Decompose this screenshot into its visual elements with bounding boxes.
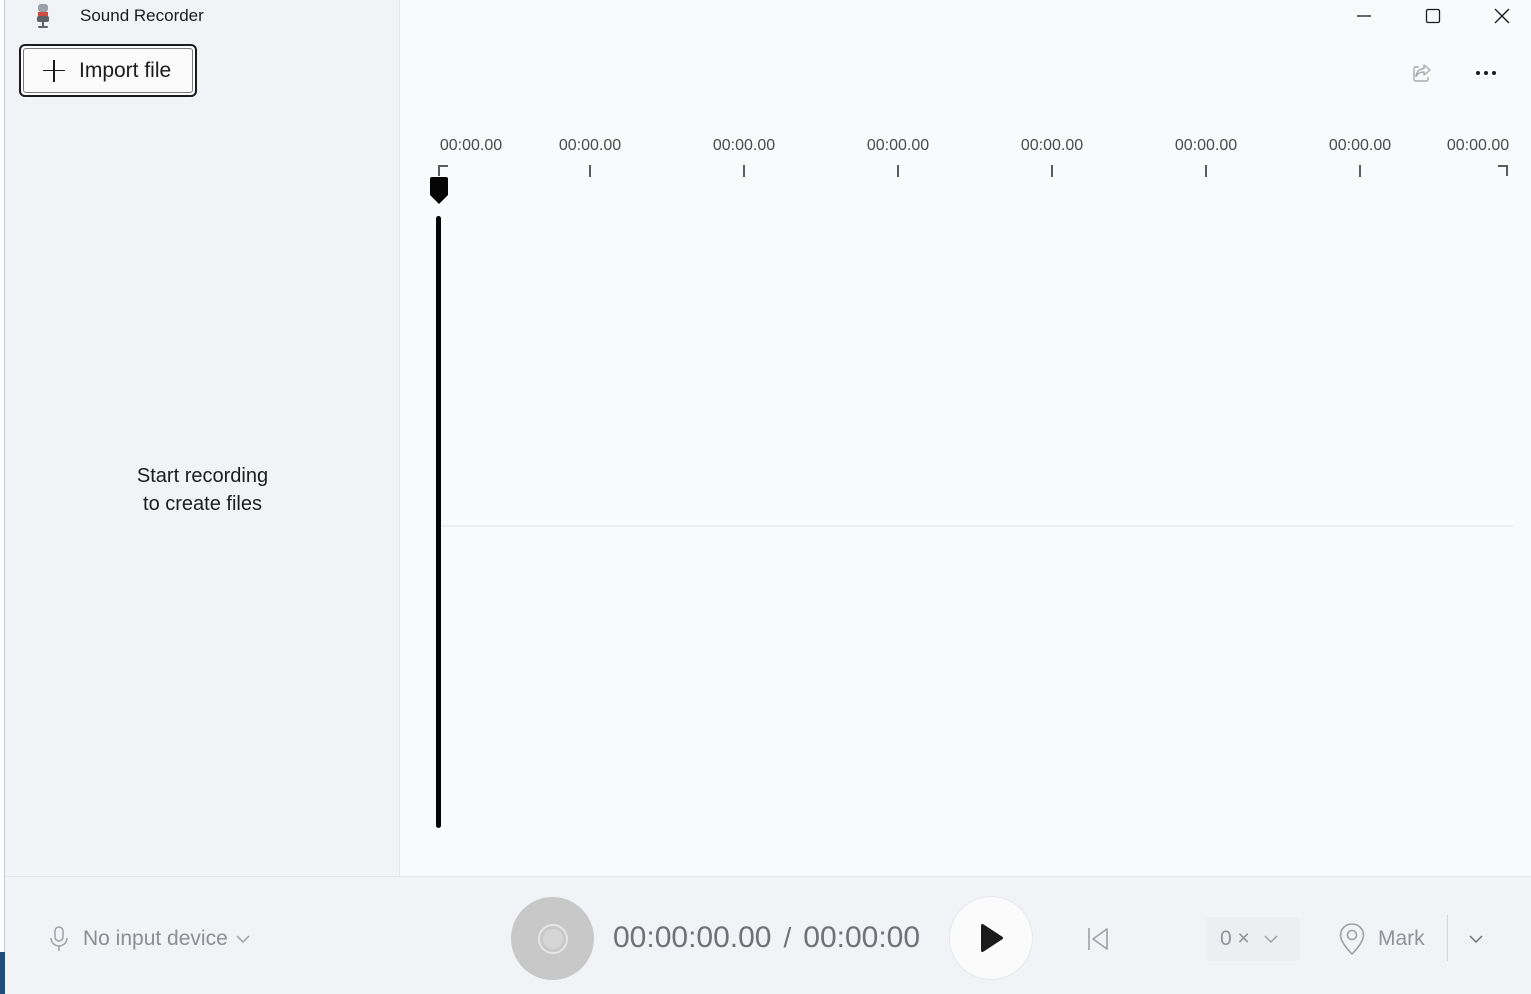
timeline-start-bracket (438, 165, 448, 176)
minimize-icon (1357, 15, 1371, 17)
tick-label: 00:00.00 (439, 137, 503, 154)
more-icon (1476, 71, 1496, 75)
tick-label: 00:00.00 (712, 137, 776, 154)
playback-speed-label: 0 × (1220, 927, 1250, 950)
time-readout: 00:00:00.00 / 00:00:00 (613, 921, 920, 955)
play-button[interactable] (949, 896, 1033, 980)
share-button[interactable] (1407, 58, 1437, 88)
microphone-icon (50, 926, 68, 951)
expand-marks-button[interactable] (1462, 923, 1490, 955)
chevron-down-icon (1469, 935, 1483, 944)
sound-recorder-window: Sound Recorder Import file Start recordi… (5, 0, 1531, 994)
tick-mark (1051, 165, 1053, 177)
app-microphone-icon (37, 4, 49, 28)
tick-label: 00:00.00 (866, 137, 930, 154)
input-device-label: No input device (83, 927, 228, 950)
mark-button[interactable]: Mark (1338, 920, 1425, 958)
chevron-down-icon (1264, 935, 1278, 944)
tick-label: 00:00.00 (1446, 137, 1510, 154)
empty-state-line-1: Start recording (136, 465, 269, 487)
sidebar: Sound Recorder Import file Start recordi… (5, 0, 400, 876)
current-time: 00:00:00.00 (613, 921, 772, 954)
tick-mark (1359, 165, 1361, 177)
tick-label: 00:00.00 (558, 137, 622, 154)
tick-label: 00:00.00 (1020, 137, 1084, 154)
empty-state-message: Start recording to create files (5, 462, 400, 518)
share-icon (1413, 64, 1431, 82)
empty-state-line-2: to create files (143, 493, 262, 515)
total-time: 00:00:00 (803, 921, 921, 954)
tick-mark (743, 165, 745, 177)
tick-mark (589, 165, 591, 177)
record-icon (537, 923, 568, 954)
tick-mark (1205, 165, 1207, 177)
minimize-button[interactable] (1330, 0, 1398, 32)
chevron-down-icon (236, 935, 250, 944)
record-button[interactable] (511, 897, 594, 980)
maximize-icon (1425, 8, 1441, 24)
divider (1447, 915, 1448, 961)
skip-to-start-icon (1088, 928, 1108, 950)
tick-label: 00:00.00 (1174, 137, 1238, 154)
play-icon (980, 923, 1004, 953)
waveform-baseline (441, 525, 1513, 527)
import-file-label: Import file (79, 58, 172, 82)
playback-speed-button[interactable]: 0 × (1206, 917, 1300, 961)
skip-to-start-button[interactable] (1083, 923, 1113, 955)
playback-bar: No input device 00:00:00.00 / 00:00:00 0 × (5, 876, 1531, 994)
import-file-button[interactable]: Import file (19, 44, 197, 97)
timeline-end-bracket (1498, 165, 1508, 176)
mark-label: Mark (1378, 927, 1425, 950)
plus-icon (43, 59, 65, 82)
tick-mark (897, 165, 899, 177)
close-icon (1494, 8, 1510, 24)
more-options-button[interactable] (1469, 58, 1503, 88)
playhead-handle[interactable] (429, 177, 449, 205)
time-separator: / (783, 922, 792, 953)
input-device-selector[interactable]: No input device (49, 923, 250, 955)
close-button[interactable] (1468, 0, 1531, 32)
maximize-button[interactable] (1399, 0, 1467, 32)
location-pin-icon (1339, 923, 1365, 956)
playhead-line[interactable] (436, 216, 441, 828)
waveform-timeline[interactable]: 00:00.00 00:00.00 00:00.00 00:00.00 00:0… (400, 120, 1531, 860)
tick-label: 00:00.00 (1328, 137, 1392, 154)
app-title: Sound Recorder (80, 6, 204, 25)
